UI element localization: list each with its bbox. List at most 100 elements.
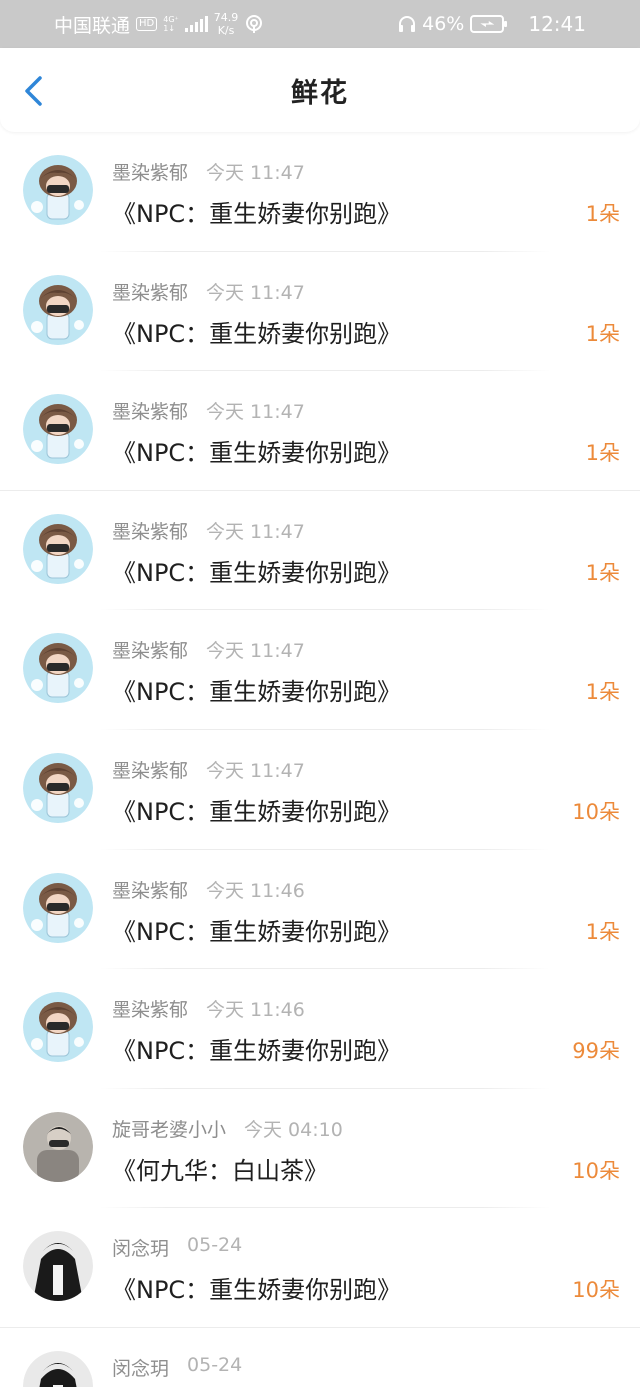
avatar-image — [23, 752, 93, 823]
chevron-left-icon[interactable] — [20, 74, 50, 108]
timestamp: 今天 11:46 — [206, 999, 305, 1022]
flower-count: 10朵 — [572, 799, 620, 824]
avatar-image — [23, 1231, 93, 1302]
book-title: 《NPC：重生娇妻你别跑》 — [112, 319, 402, 348]
username[interactable]: 墨染紫郁 — [112, 876, 188, 903]
avatar-image — [23, 1111, 93, 1182]
item-meta: 墨染紫郁 今天 11:47 — [112, 636, 305, 663]
network-type-icon: 4G⁺ 1↓ — [163, 15, 179, 33]
flower-count: 1朵 — [585, 321, 620, 346]
avatar[interactable] — [23, 155, 93, 225]
username[interactable]: 墨染紫郁 — [112, 397, 188, 424]
timestamp: 今天 11:47 — [206, 759, 305, 782]
flower-count: 99朵 — [572, 1039, 620, 1064]
avatar[interactable] — [23, 1111, 93, 1182]
flower-count: 1朵 — [585, 441, 620, 466]
list-item[interactable]: 墨染紫郁 今天 11:47 《NPC：重生娇妻你别跑》 1朵 — [0, 610, 640, 730]
network-speed: 74.9 K/s — [213, 11, 239, 37]
avatar-image — [23, 155, 93, 225]
username[interactable]: 墨染紫郁 — [112, 636, 188, 663]
header-bar: 鲜花 — [0, 48, 640, 132]
book-title: 《何九华：白山茶》 — [112, 1156, 328, 1185]
flower-record-list[interactable]: 墨染紫郁 今天 11:47 《NPC：重生娇妻你别跑》 1朵 墨染紫郁 今天 1… — [0, 132, 640, 1387]
item-meta: 闵念玥 05-24 — [112, 1234, 242, 1261]
battery-percent: 46% — [422, 13, 465, 35]
avatar[interactable] — [23, 752, 93, 823]
page-title: 鲜花 — [291, 77, 349, 109]
flower-count: 1朵 — [585, 919, 620, 944]
list-item[interactable]: 墨染紫郁 今天 11:46 《NPC：重生娇妻你别跑》 1朵 — [0, 850, 640, 970]
hd-icon: HD — [136, 17, 158, 31]
flower-count: 1朵 — [585, 202, 620, 226]
item-meta: 墨染紫郁 今天 11:46 — [112, 995, 305, 1022]
username[interactable]: 墨染紫郁 — [112, 278, 188, 305]
avatar[interactable] — [23, 992, 93, 1063]
item-meta: 墨染紫郁 今天 11:47 — [112, 756, 305, 783]
carrier-label: 中国联通 — [54, 14, 131, 37]
avatar-image — [23, 872, 93, 943]
item-meta: 墨染紫郁 今天 11:47 — [112, 278, 305, 305]
timestamp: 05-24 — [187, 1353, 243, 1376]
avatar-image — [23, 633, 93, 704]
list-item[interactable]: 墨染紫郁 今天 11:47 《NPC：重生娇妻你别跑》 1朵 — [0, 252, 640, 372]
username[interactable]: 墨染紫郁 — [112, 158, 188, 185]
battery-charging-icon — [470, 15, 508, 33]
book-title: 《NPC：重生娇妻你别跑》 — [112, 200, 402, 228]
book-title: 《NPC：重生娇妻你别跑》 — [112, 797, 402, 826]
flower-count: 10朵 — [572, 1158, 620, 1183]
timestamp: 今天 11:47 — [206, 520, 305, 543]
book-title: 《NPC：重生娇妻你别跑》 — [112, 917, 402, 946]
username[interactable]: 墨染紫郁 — [112, 995, 188, 1022]
flower-count: 1朵 — [585, 680, 620, 705]
avatar[interactable] — [23, 1350, 93, 1387]
item-meta: 闵念玥 05-24 — [112, 1354, 242, 1381]
list-item[interactable]: 旋哥老婆小小 今天 04:10 《何九华：白山茶》 10朵 — [0, 1089, 640, 1209]
avatar-image — [23, 394, 93, 465]
list-item[interactable]: 闵念玥 05-24 《NPC：重生娇妻你别跑》 10朵 — [0, 1208, 640, 1328]
list-item[interactable]: 墨染紫郁 今天 11:47 《NPC：重生娇妻你别跑》 1朵 — [0, 491, 640, 611]
book-title: 《NPC：重生娇妻你别跑》 — [112, 558, 402, 587]
avatar[interactable] — [23, 633, 93, 704]
flower-count: 10朵 — [572, 1278, 620, 1303]
list-item[interactable]: 墨染紫郁 今天 11:46 《NPC：重生娇妻你别跑》 99朵 — [0, 969, 640, 1089]
list-item[interactable]: 墨染紫郁 今天 11:47 《NPC：重生娇妻你别跑》 1朵 — [0, 132, 640, 252]
timestamp: 今天 11:47 — [206, 640, 305, 663]
clock: 12:41 — [528, 12, 586, 36]
list-item[interactable]: 墨染紫郁 今天 11:47 《NPC：重生娇妻你别跑》 1朵 — [0, 371, 640, 491]
book-title: 《NPC：重生娇妻你别跑》 — [112, 1037, 402, 1066]
timestamp: 今天 11:46 — [206, 879, 305, 902]
username[interactable]: 闵念玥 — [112, 1234, 169, 1261]
username[interactable]: 旋哥老婆小小 — [112, 1115, 226, 1142]
hotspot-icon — [246, 15, 263, 33]
timestamp: 今天 11:47 — [206, 281, 305, 304]
headset-icon — [399, 16, 416, 32]
timestamp: 05-24 — [187, 1234, 243, 1257]
timestamp: 今天 11:47 — [206, 162, 305, 184]
item-meta: 墨染紫郁 今天 11:47 — [112, 517, 305, 544]
list-item[interactable]: 墨染紫郁 今天 11:47 《NPC：重生娇妻你别跑》 10朵 — [0, 730, 640, 850]
avatar[interactable] — [23, 872, 93, 943]
book-title: 《NPC：重生娇妻你别跑》 — [112, 678, 402, 707]
book-title: 《NPC：重生娇妻你别跑》 — [112, 1276, 402, 1305]
avatar-image — [23, 513, 93, 584]
avatar[interactable] — [23, 1231, 93, 1302]
status-bar: 中国联通 HD 4G⁺ 1↓ 74.9 K/s 46% 12:41 — [0, 0, 640, 48]
item-meta: 旋哥老婆小小 今天 04:10 — [112, 1115, 343, 1142]
avatar-image — [23, 1350, 93, 1387]
avatar-image — [23, 274, 93, 345]
flower-count: 1朵 — [585, 560, 620, 585]
list-item[interactable]: 闵念玥 05-24 — [0, 1328, 640, 1387]
username[interactable]: 墨染紫郁 — [112, 756, 188, 783]
timestamp: 今天 04:10 — [244, 1118, 343, 1141]
avatar[interactable] — [23, 513, 93, 584]
avatar-image — [23, 992, 93, 1063]
item-meta: 墨染紫郁 今天 11:46 — [112, 876, 305, 903]
username[interactable]: 墨染紫郁 — [112, 517, 188, 544]
signal-icon — [184, 16, 208, 32]
avatar[interactable] — [23, 394, 93, 465]
item-meta: 墨染紫郁 今天 11:47 — [112, 158, 305, 185]
avatar[interactable] — [23, 274, 93, 345]
book-title: 《NPC：重生娇妻你别跑》 — [112, 439, 402, 468]
username[interactable]: 闵念玥 — [112, 1354, 169, 1381]
timestamp: 今天 11:47 — [206, 401, 305, 424]
